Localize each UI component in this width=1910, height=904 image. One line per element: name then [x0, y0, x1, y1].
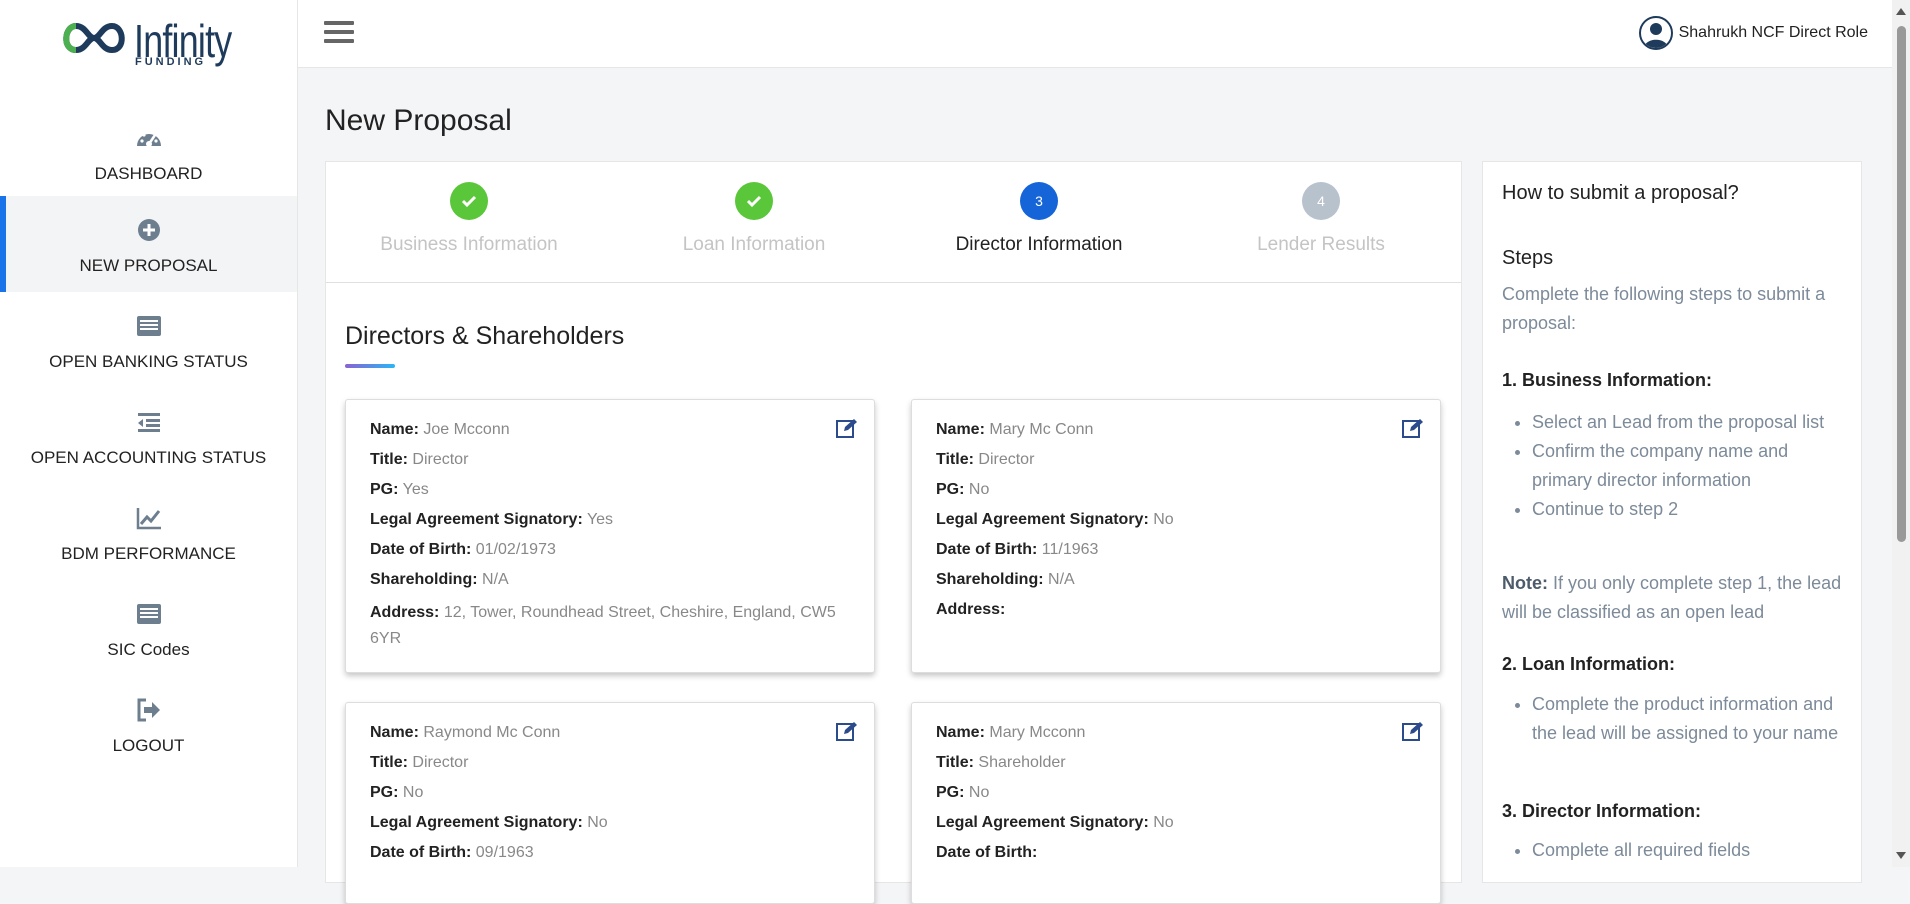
help-bullet: Complete all required fields: [1532, 836, 1852, 865]
help-steps-heading: Steps: [1502, 247, 1554, 269]
step-label: Lender Results: [1257, 234, 1385, 255]
list-card-icon: [136, 604, 161, 624]
director-signatory-row: Legal Agreement Signatory: No: [370, 814, 608, 831]
director-shareholding-row: Shareholding: N/A: [936, 571, 1075, 588]
director-card: Name: Mary Mcconn Title: Shareholder PG:…: [911, 702, 1441, 904]
step-lender-results[interactable]: 4 Lender Results: [1201, 182, 1441, 256]
step-label: Director Information: [955, 234, 1123, 255]
sidebar: Infinity FUNDING DASHBOARD NEW PROPOSAL …: [0, 0, 298, 867]
edit-icon[interactable]: [836, 721, 858, 741]
list-card-icon: [136, 316, 161, 336]
step-loan-information[interactable]: Loan Information: [634, 182, 874, 256]
help-section-heading: 1. Business Information:: [1502, 370, 1713, 390]
user-menu[interactable]: Shahrukh NCF Direct Role: [1638, 15, 1868, 51]
help-section-heading: 3. Director Information:: [1502, 801, 1702, 821]
sign-out-icon: [137, 698, 160, 722]
sidebar-item-label: NEW PROPOSAL: [79, 256, 218, 275]
logo-subtext: FUNDING: [135, 56, 207, 68]
director-dob-row: Date of Birth: 11/1963: [936, 541, 1099, 558]
director-title-row: Title: Shareholder: [936, 754, 1066, 771]
help-section-list: Complete the product information and the…: [1502, 690, 1852, 748]
director-title-row: Title: Director: [370, 451, 469, 468]
infinity-funding-logo[interactable]: Infinity FUNDING: [58, 14, 248, 70]
director-pg-row: PG: Yes: [370, 481, 429, 498]
page-scrollbar[interactable]: [1892, 0, 1910, 867]
step-director-information[interactable]: 3 Director Information: [919, 182, 1159, 256]
step-label: Loan Information: [682, 234, 826, 255]
check-icon: [735, 182, 773, 220]
director-shareholding-row: Shareholding: N/A: [370, 571, 509, 588]
director-pg-row: PG: No: [936, 481, 990, 498]
step-label: Business Information: [380, 234, 558, 255]
director-name-row: Name: Mary Mc Conn: [936, 421, 1094, 438]
help-section-list: Select an Lead from the proposal list Co…: [1502, 408, 1852, 524]
director-address-row: Address: 12, Tower, Roundhead Street, Ch…: [370, 604, 836, 647]
director-title-row: Title: Director: [370, 754, 469, 771]
director-pg-row: PG: No: [370, 784, 424, 801]
section-title: Directors & Shareholders: [345, 322, 625, 350]
director-card: Name: Mary Mc Conn Title: Director PG: N…: [911, 399, 1441, 673]
director-name-row: Name: Mary Mcconn: [936, 724, 1086, 741]
scroll-down-arrow-icon[interactable]: [1896, 852, 1906, 859]
director-signatory-row: Legal Agreement Signatory: No: [936, 814, 1174, 831]
edit-icon[interactable]: [1402, 418, 1424, 438]
help-section-list: Complete all required fields: [1502, 836, 1852, 865]
director-name-row: Name: Joe Mcconn: [370, 421, 510, 438]
help-title: How to submit a proposal?: [1502, 182, 1739, 204]
director-card: Name: Raymond Mc Conn Title: Director PG…: [345, 702, 875, 904]
director-address-row: Address:: [936, 601, 1006, 618]
sidebar-item-label: DASHBOARD: [94, 164, 203, 183]
section-underline: [345, 364, 395, 368]
infinity-logo-icon: [63, 22, 125, 54]
user-avatar-icon: [1638, 16, 1673, 50]
check-icon: [450, 182, 488, 220]
sidebar-item-dashboard[interactable]: DASHBOARD: [0, 104, 297, 200]
director-name-row: Name: Raymond Mc Conn: [370, 724, 561, 741]
sidebar-item-label: SIC Codes: [107, 640, 190, 659]
sidebar-item-open-banking-status[interactable]: OPEN BANKING STATUS: [0, 292, 297, 388]
help-note: Note: If you only complete step 1, the l…: [1502, 573, 1842, 622]
sidebar-item-label: LOGOUT: [112, 736, 185, 755]
sidebar-item-label: BDM PERFORMANCE: [61, 544, 236, 563]
director-card: Name: Joe Mcconn Title: Director PG: Yes…: [345, 399, 875, 673]
help-bullet: Select an Lead from the proposal list: [1532, 408, 1852, 437]
proposal-card: Business Information Loan Information 3 …: [325, 161, 1462, 904]
help-bullet: Confirm the company name and primary dir…: [1532, 437, 1852, 495]
hamburger-menu-icon[interactable]: [324, 21, 354, 47]
plus-circle-icon: [137, 219, 160, 241]
director-pg-row: PG: No: [936, 784, 990, 801]
director-dob-row: Date of Birth: 09/1963: [370, 844, 534, 861]
sidebar-item-open-accounting-status[interactable]: OPEN ACCOUNTING STATUS: [0, 388, 297, 484]
stepper: Business Information Loan Information 3 …: [326, 162, 1461, 283]
line-chart-icon: [136, 508, 161, 530]
help-section-heading: 2. Loan Information:: [1502, 654, 1675, 674]
help-panel: How to submit a proposal? Steps Complete…: [1482, 161, 1862, 883]
page-title: New Proposal: [325, 104, 512, 137]
director-title-row: Title: Director: [936, 451, 1035, 468]
top-bar: Shahrukh NCF Direct Role: [298, 0, 1892, 68]
user-name: Shahrukh NCF Direct Role: [1678, 24, 1868, 41]
dashboard-gauge-icon: [136, 130, 161, 147]
edit-icon[interactable]: [836, 418, 858, 438]
sidebar-item-bdm-performance[interactable]: BDM PERFORMANCE: [0, 484, 297, 580]
step-business-information[interactable]: Business Information: [349, 182, 589, 256]
director-signatory-row: Legal Agreement Signatory: No: [936, 511, 1174, 528]
indent-list-icon: [137, 413, 160, 432]
director-dob-row: Date of Birth:: [936, 844, 1038, 861]
scroll-thumb[interactable]: [1897, 26, 1906, 542]
help-bullet: Continue to step 2: [1532, 495, 1852, 524]
edit-icon[interactable]: [1402, 721, 1424, 741]
step-number: 4: [1302, 182, 1340, 220]
sidebar-item-label: OPEN ACCOUNTING STATUS: [30, 448, 267, 467]
help-bullet: Complete the product information and the…: [1532, 690, 1852, 748]
sidebar-item-logout[interactable]: LOGOUT: [0, 676, 297, 772]
director-signatory-row: Legal Agreement Signatory: Yes: [370, 511, 614, 528]
sidebar-item-label: OPEN BANKING STATUS: [49, 352, 248, 371]
scroll-up-arrow-icon[interactable]: [1896, 8, 1906, 15]
sidebar-item-sic-codes[interactable]: SIC Codes: [0, 580, 297, 676]
director-dob-row: Date of Birth: 01/02/1973: [370, 541, 556, 558]
sidebar-item-new-proposal[interactable]: NEW PROPOSAL: [0, 196, 297, 292]
step-number: 3: [1020, 182, 1058, 220]
help-intro: Complete the following steps to submit a…: [1502, 284, 1826, 333]
